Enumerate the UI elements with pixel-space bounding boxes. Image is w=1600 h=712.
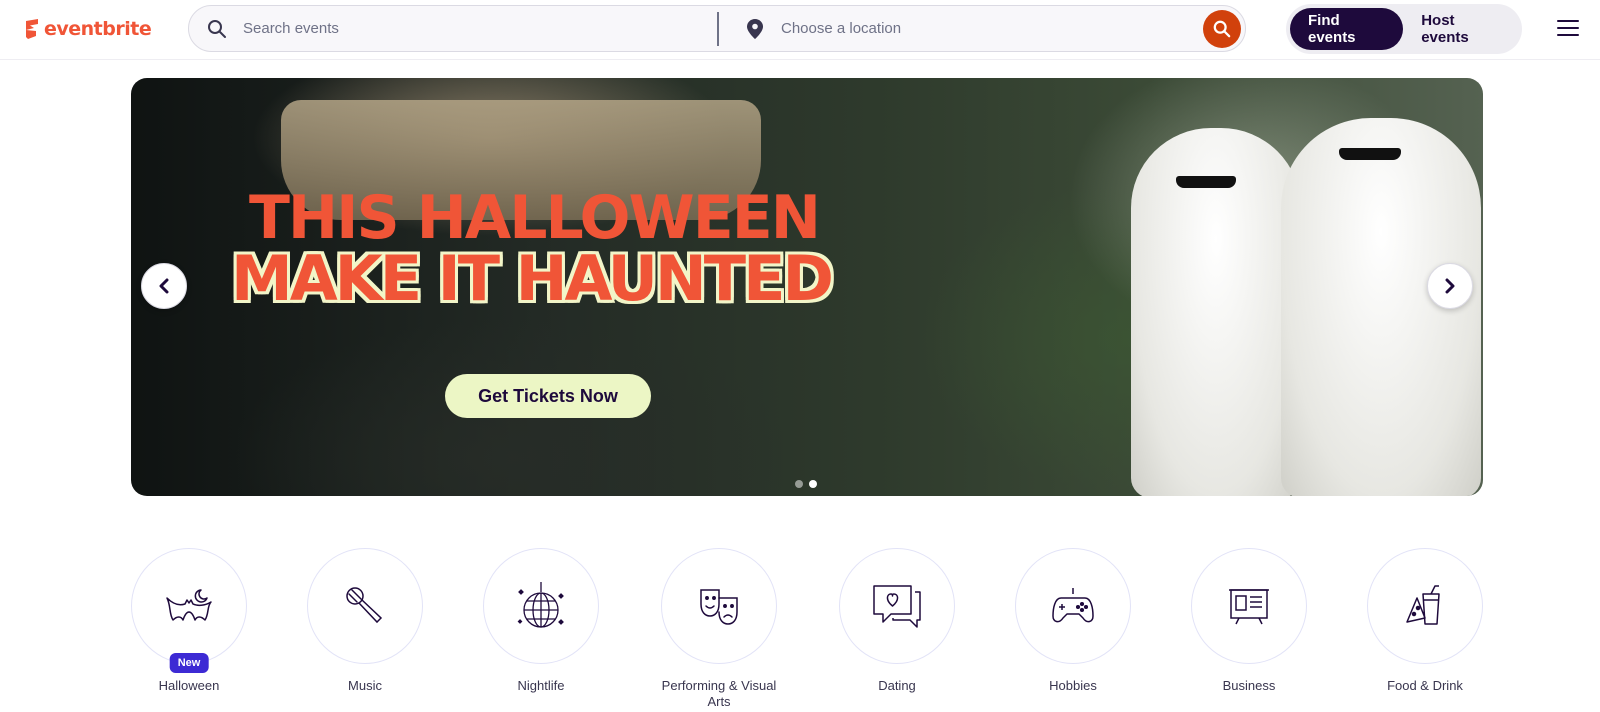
category-row: New Halloween Music Nightlife Performing… <box>131 548 1483 712</box>
logo-mark-icon <box>26 19 38 39</box>
location-input[interactable] <box>781 20 1203 37</box>
search-submit-button[interactable] <box>1203 9 1241 48</box>
category-halloween[interactable]: New Halloween <box>131 548 247 694</box>
presentation-board-icon <box>1229 589 1269 625</box>
top-nav: eventbrite Find events Host events <box>0 0 1600 60</box>
logo-text: eventbrite <box>44 18 152 40</box>
search-icon <box>1213 20 1231 37</box>
carousel-indicators <box>795 480 817 488</box>
chevron-left-icon <box>159 278 169 294</box>
category-label: Hobbies <box>1049 678 1097 693</box>
category-label: Food & Drink <box>1387 678 1463 693</box>
category-label: Business <box>1222 678 1276 693</box>
gamepad-icon <box>1052 588 1094 623</box>
food-drink-icon <box>1406 585 1440 625</box>
eventbrite-logo[interactable]: eventbrite <box>24 14 152 44</box>
category-performing-visual-arts[interactable]: Performing & Visual Arts <box>661 548 777 710</box>
category-music[interactable]: Music <box>307 548 423 694</box>
get-tickets-button[interactable]: Get Tickets Now <box>445 374 651 418</box>
category-business[interactable]: Business <box>1191 548 1307 694</box>
hero-title-line1: THIS HALLOWEEN <box>249 183 821 253</box>
search-input[interactable] <box>243 20 717 37</box>
category-label: Dating <box>878 678 916 693</box>
category-label: Halloween <box>158 678 220 693</box>
chevron-right-icon <box>1445 278 1455 294</box>
carousel-next-button[interactable] <box>1427 263 1473 309</box>
carousel-dot[interactable] <box>795 480 803 488</box>
category-food-drink[interactable]: Food & Drink <box>1367 548 1483 694</box>
category-hobbies[interactable]: Hobbies <box>1015 548 1131 694</box>
category-dating[interactable]: Dating <box>839 548 955 694</box>
hero-banner[interactable]: THIS HALLOWEEN MAKE IT HAUNTED Get Ticke… <box>131 78 1483 496</box>
nav-switch: Find events Host events <box>1286 4 1522 54</box>
search-bar <box>188 5 1246 52</box>
search-icon <box>205 17 229 41</box>
carousel-prev-button[interactable] <box>141 263 187 309</box>
location-pin-icon <box>743 17 767 41</box>
category-label: Performing & Visual Arts <box>661 678 777 709</box>
category-label: Music <box>348 678 382 693</box>
find-events-button[interactable]: Find events <box>1290 8 1404 50</box>
theater-masks-icon <box>700 589 738 625</box>
chat-heart-icon <box>873 585 921 628</box>
carousel-dot-active[interactable] <box>809 480 817 488</box>
disco-ball-icon <box>517 582 564 628</box>
category-label: Nightlife <box>517 678 565 693</box>
microphone-icon <box>346 587 383 624</box>
menu-icon[interactable] <box>1557 18 1579 38</box>
host-events-button[interactable]: Host events <box>1403 8 1518 50</box>
new-badge: New <box>169 653 209 673</box>
bat-moon-icon <box>166 589 212 621</box>
ghost-figure-image <box>1131 128 1301 496</box>
hero-title-line2: MAKE IT HAUNTED <box>231 242 834 315</box>
category-nightlife[interactable]: Nightlife <box>483 548 599 694</box>
